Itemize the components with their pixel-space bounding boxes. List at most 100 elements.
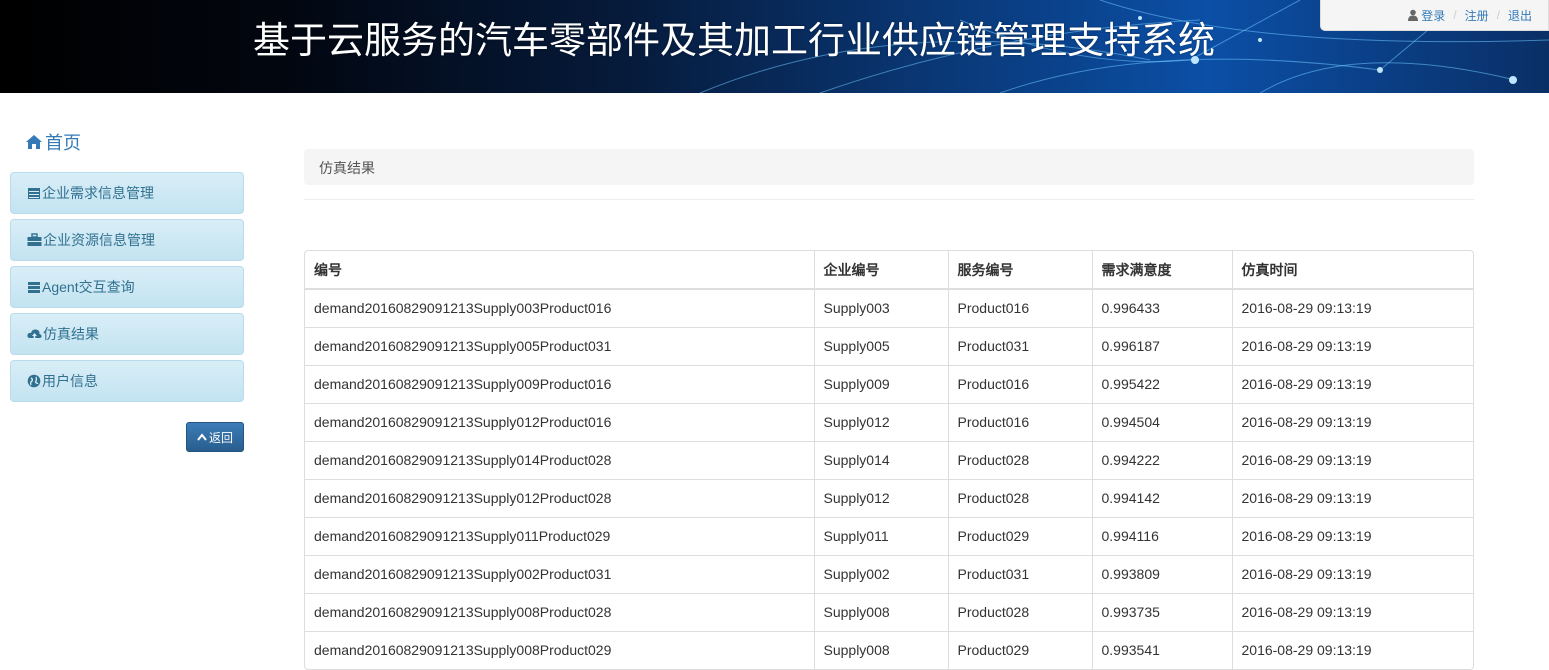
globe-icon (27, 374, 41, 388)
logout-link[interactable]: 退出 (1508, 7, 1532, 24)
sidebar-item-label: Agent交互查询 (42, 279, 135, 295)
home-link[interactable]: 首页 (25, 129, 81, 155)
sidebar-item-user-info[interactable]: 用户信息 (10, 360, 244, 402)
table-row: demand20160829091213Supply002Product031 S… (305, 554, 1473, 593)
cloud-upload-icon (27, 329, 42, 340)
cell-service: Product028 (948, 440, 1093, 479)
user-icon (1408, 9, 1419, 21)
table-row: demand20160829091213Supply003Product016 S… (305, 288, 1473, 327)
cell-service: Product028 (948, 478, 1093, 517)
cell-time: 2016-08-29 09:13:19 (1232, 326, 1473, 365)
cell-id: demand20160829091213Supply009Product016 (305, 364, 815, 403)
cell-service: Product029 (948, 630, 1093, 669)
cell-company: Supply012 (814, 402, 949, 441)
cell-time: 2016-08-29 09:13:19 (1232, 592, 1473, 631)
home-icon (26, 135, 42, 149)
cell-time: 2016-08-29 09:13:19 (1232, 478, 1473, 517)
cell-id: demand20160829091213Supply003Product016 (305, 288, 815, 327)
briefcase-icon (27, 233, 42, 246)
table-row: demand20160829091213Supply009Product016 S… (305, 364, 1473, 403)
cell-service: Product029 (948, 516, 1093, 555)
cell-id: demand20160829091213Supply014Product028 (305, 440, 815, 479)
cell-time: 2016-08-29 09:13:19 (1232, 440, 1473, 479)
cell-satisfaction: 0.994142 (1092, 478, 1233, 517)
chevron-up-icon (197, 433, 207, 441)
sidebar-item-demand[interactable]: 企业需求信息管理 (10, 172, 244, 214)
cell-company: Supply014 (814, 440, 949, 479)
cell-id: demand20160829091213Supply012Product016 (305, 402, 815, 441)
sidebar-item-resource[interactable]: 企业资源信息管理 (10, 219, 244, 261)
cell-id: demand20160829091213Supply008Product028 (305, 592, 815, 631)
table-row: demand20160829091213Supply012Product028 S… (305, 478, 1473, 517)
calendar-icon (28, 188, 40, 199)
table-row: demand20160829091213Supply008Product029 S… (305, 630, 1473, 669)
cell-company: Supply003 (814, 288, 949, 327)
sidebar-item-label: 用户信息 (42, 373, 98, 389)
cell-company: Supply009 (814, 364, 949, 403)
sidebar-item-label: 企业需求信息管理 (42, 185, 154, 201)
cell-id: demand20160829091213Supply008Product029 (305, 630, 815, 669)
table-row: demand20160829091213Supply012Product016 S… (305, 402, 1473, 441)
cell-company: Supply005 (814, 326, 949, 365)
table-row: demand20160829091213Supply008Product028 S… (305, 592, 1473, 631)
cell-time: 2016-08-29 09:13:19 (1232, 554, 1473, 593)
cell-company: Supply011 (814, 516, 949, 555)
login-link[interactable]: 登录 (1407, 7, 1445, 24)
cell-satisfaction: 0.996187 (1092, 326, 1233, 365)
cell-satisfaction: 0.993541 (1092, 630, 1233, 669)
cell-service: Product028 (948, 592, 1093, 631)
column-header-satisfaction: 需求满意度 (1092, 251, 1233, 290)
results-table: 编号 企业编号 服务编号 需求满意度 仿真时间 demand2016082909… (304, 250, 1474, 670)
back-label: 返回 (208, 430, 233, 445)
cell-satisfaction: 0.993735 (1092, 592, 1233, 631)
cell-satisfaction: 0.993809 (1092, 554, 1233, 593)
cell-company: Supply008 (814, 592, 949, 631)
nav-separator: / (1453, 8, 1457, 22)
cell-satisfaction: 0.994222 (1092, 440, 1233, 479)
column-header-service: 服务编号 (948, 251, 1093, 290)
breadcrumb: 仿真结果 (304, 149, 1474, 185)
sidebar-item-label: 企业资源信息管理 (43, 232, 155, 248)
cell-time: 2016-08-29 09:13:19 (1232, 288, 1473, 327)
cell-service: Product016 (948, 364, 1093, 403)
cell-service: Product016 (948, 402, 1093, 441)
table-row: demand20160829091213Supply005Product031 S… (305, 326, 1473, 365)
column-header-id: 编号 (305, 251, 815, 290)
cell-id: demand20160829091213Supply012Product028 (305, 478, 815, 517)
cell-id: demand20160829091213Supply002Product031 (305, 554, 815, 593)
cell-company: Supply008 (814, 630, 949, 669)
back-button[interactable]: 返回 (186, 422, 244, 452)
table-row: demand20160829091213Supply014Product028 S… (305, 440, 1473, 479)
cell-id: demand20160829091213Supply005Product031 (305, 326, 815, 365)
cell-time: 2016-08-29 09:13:19 (1232, 516, 1473, 555)
cell-company: Supply012 (814, 478, 949, 517)
cell-company: Supply002 (814, 554, 949, 593)
cell-service: Product031 (948, 554, 1093, 593)
sidebar-item-agent[interactable]: Agent交互查询 (10, 266, 244, 308)
table-row: demand20160829091213Supply011Product029 S… (305, 516, 1473, 555)
app-title: 基于云服务的汽车零部件及其加工行业供应链管理支持系统 (253, 19, 1215, 62)
login-label: 登录 (1421, 8, 1446, 23)
sidebar-item-simulation[interactable]: 仿真结果 (10, 313, 244, 355)
cell-time: 2016-08-29 09:13:19 (1232, 364, 1473, 403)
column-header-time: 仿真时间 (1232, 251, 1473, 290)
list-icon (28, 282, 40, 293)
nav-separator: / (1496, 8, 1500, 22)
header-banner: 基于云服务的汽车零部件及其加工行业供应链管理支持系统 (0, 0, 1549, 93)
table-header-row: 编号 企业编号 服务编号 需求满意度 仿真时间 (305, 251, 1473, 290)
cell-satisfaction: 0.994504 (1092, 402, 1233, 441)
cell-satisfaction: 0.995422 (1092, 364, 1233, 403)
cell-service: Product031 (948, 326, 1093, 365)
cell-id: demand20160829091213Supply011Product029 (305, 516, 815, 555)
cell-time: 2016-08-29 09:13:19 (1232, 402, 1473, 441)
sidebar-item-label: 仿真结果 (43, 326, 99, 342)
cell-service: Product016 (948, 288, 1093, 327)
cell-satisfaction: 0.996433 (1092, 288, 1233, 327)
divider (304, 199, 1474, 200)
home-label: 首页 (45, 133, 81, 153)
cell-time: 2016-08-29 09:13:19 (1232, 630, 1473, 669)
register-link[interactable]: 注册 (1465, 7, 1489, 24)
column-header-company: 企业编号 (814, 251, 949, 290)
top-nav: 登录 / 注册 / 退出 (1320, 0, 1549, 31)
cell-satisfaction: 0.994116 (1092, 516, 1233, 555)
